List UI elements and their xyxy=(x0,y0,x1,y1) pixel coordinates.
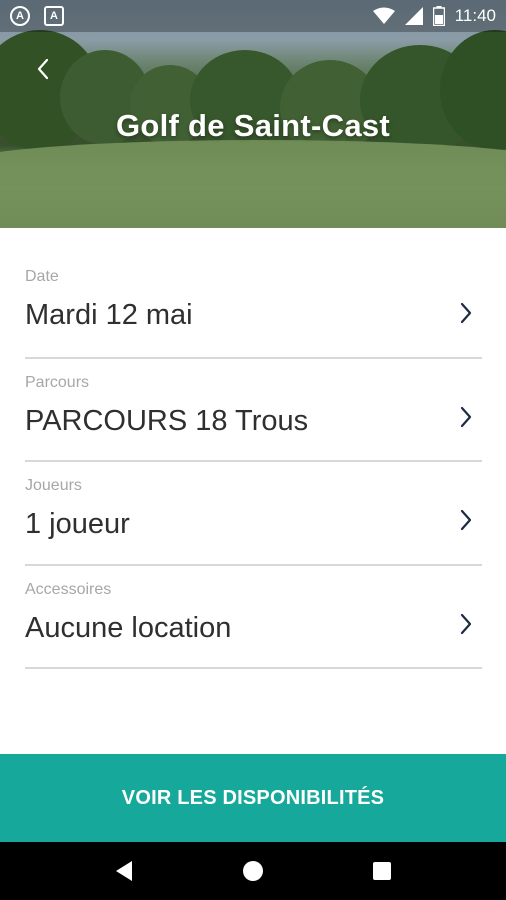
row-value: PARCOURS 18 Trous xyxy=(25,404,309,437)
row-label: Date xyxy=(25,268,59,285)
players-row[interactable]: Joueurs 1 joueur xyxy=(25,462,482,566)
booking-form: Date Mardi 12 mai Parcours PARCOURS 18 T… xyxy=(25,255,482,669)
system-nav-bar xyxy=(0,842,506,900)
recents-square-icon xyxy=(372,862,391,880)
row-value: Mardi 12 mai xyxy=(25,299,193,331)
chevron-left-icon xyxy=(37,58,49,80)
battery-icon xyxy=(432,6,445,26)
nav-home-button[interactable] xyxy=(233,851,273,891)
see-availability-button[interactable]: VOIR LES DISPONIBILITÉS xyxy=(0,754,506,842)
back-button[interactable] xyxy=(28,52,58,86)
wifi-icon xyxy=(372,7,395,24)
home-circle-icon xyxy=(242,861,263,881)
chevron-right-icon xyxy=(460,613,472,634)
signal-icon xyxy=(404,7,423,25)
chevron-right-icon xyxy=(460,302,472,324)
row-label: Joueurs xyxy=(25,477,82,494)
nav-recents-button[interactable] xyxy=(362,851,402,891)
nav-back-button[interactable] xyxy=(104,851,144,891)
app-a-icon: A xyxy=(10,6,30,26)
course-row[interactable]: Parcours PARCOURS 18 Trous xyxy=(25,359,482,462)
chevron-right-icon xyxy=(460,509,472,531)
chevron-right-icon xyxy=(460,406,472,427)
row-label: Parcours xyxy=(25,373,90,391)
row-value: 1 joueur xyxy=(25,508,130,540)
app-a-outline-icon: A xyxy=(44,6,64,26)
date-row[interactable]: Date Mardi 12 mai xyxy=(25,255,482,359)
status-bar: A A 11:40 xyxy=(0,0,506,32)
accessories-row[interactable]: Accessoires Aucune location xyxy=(25,566,482,669)
page-title: Golf de Saint-Cast xyxy=(115,108,391,143)
row-value: Aucune location xyxy=(25,611,232,644)
back-triangle-icon xyxy=(116,861,133,881)
status-time: 11:40 xyxy=(454,6,496,25)
row-label: Accessoires xyxy=(25,580,112,598)
